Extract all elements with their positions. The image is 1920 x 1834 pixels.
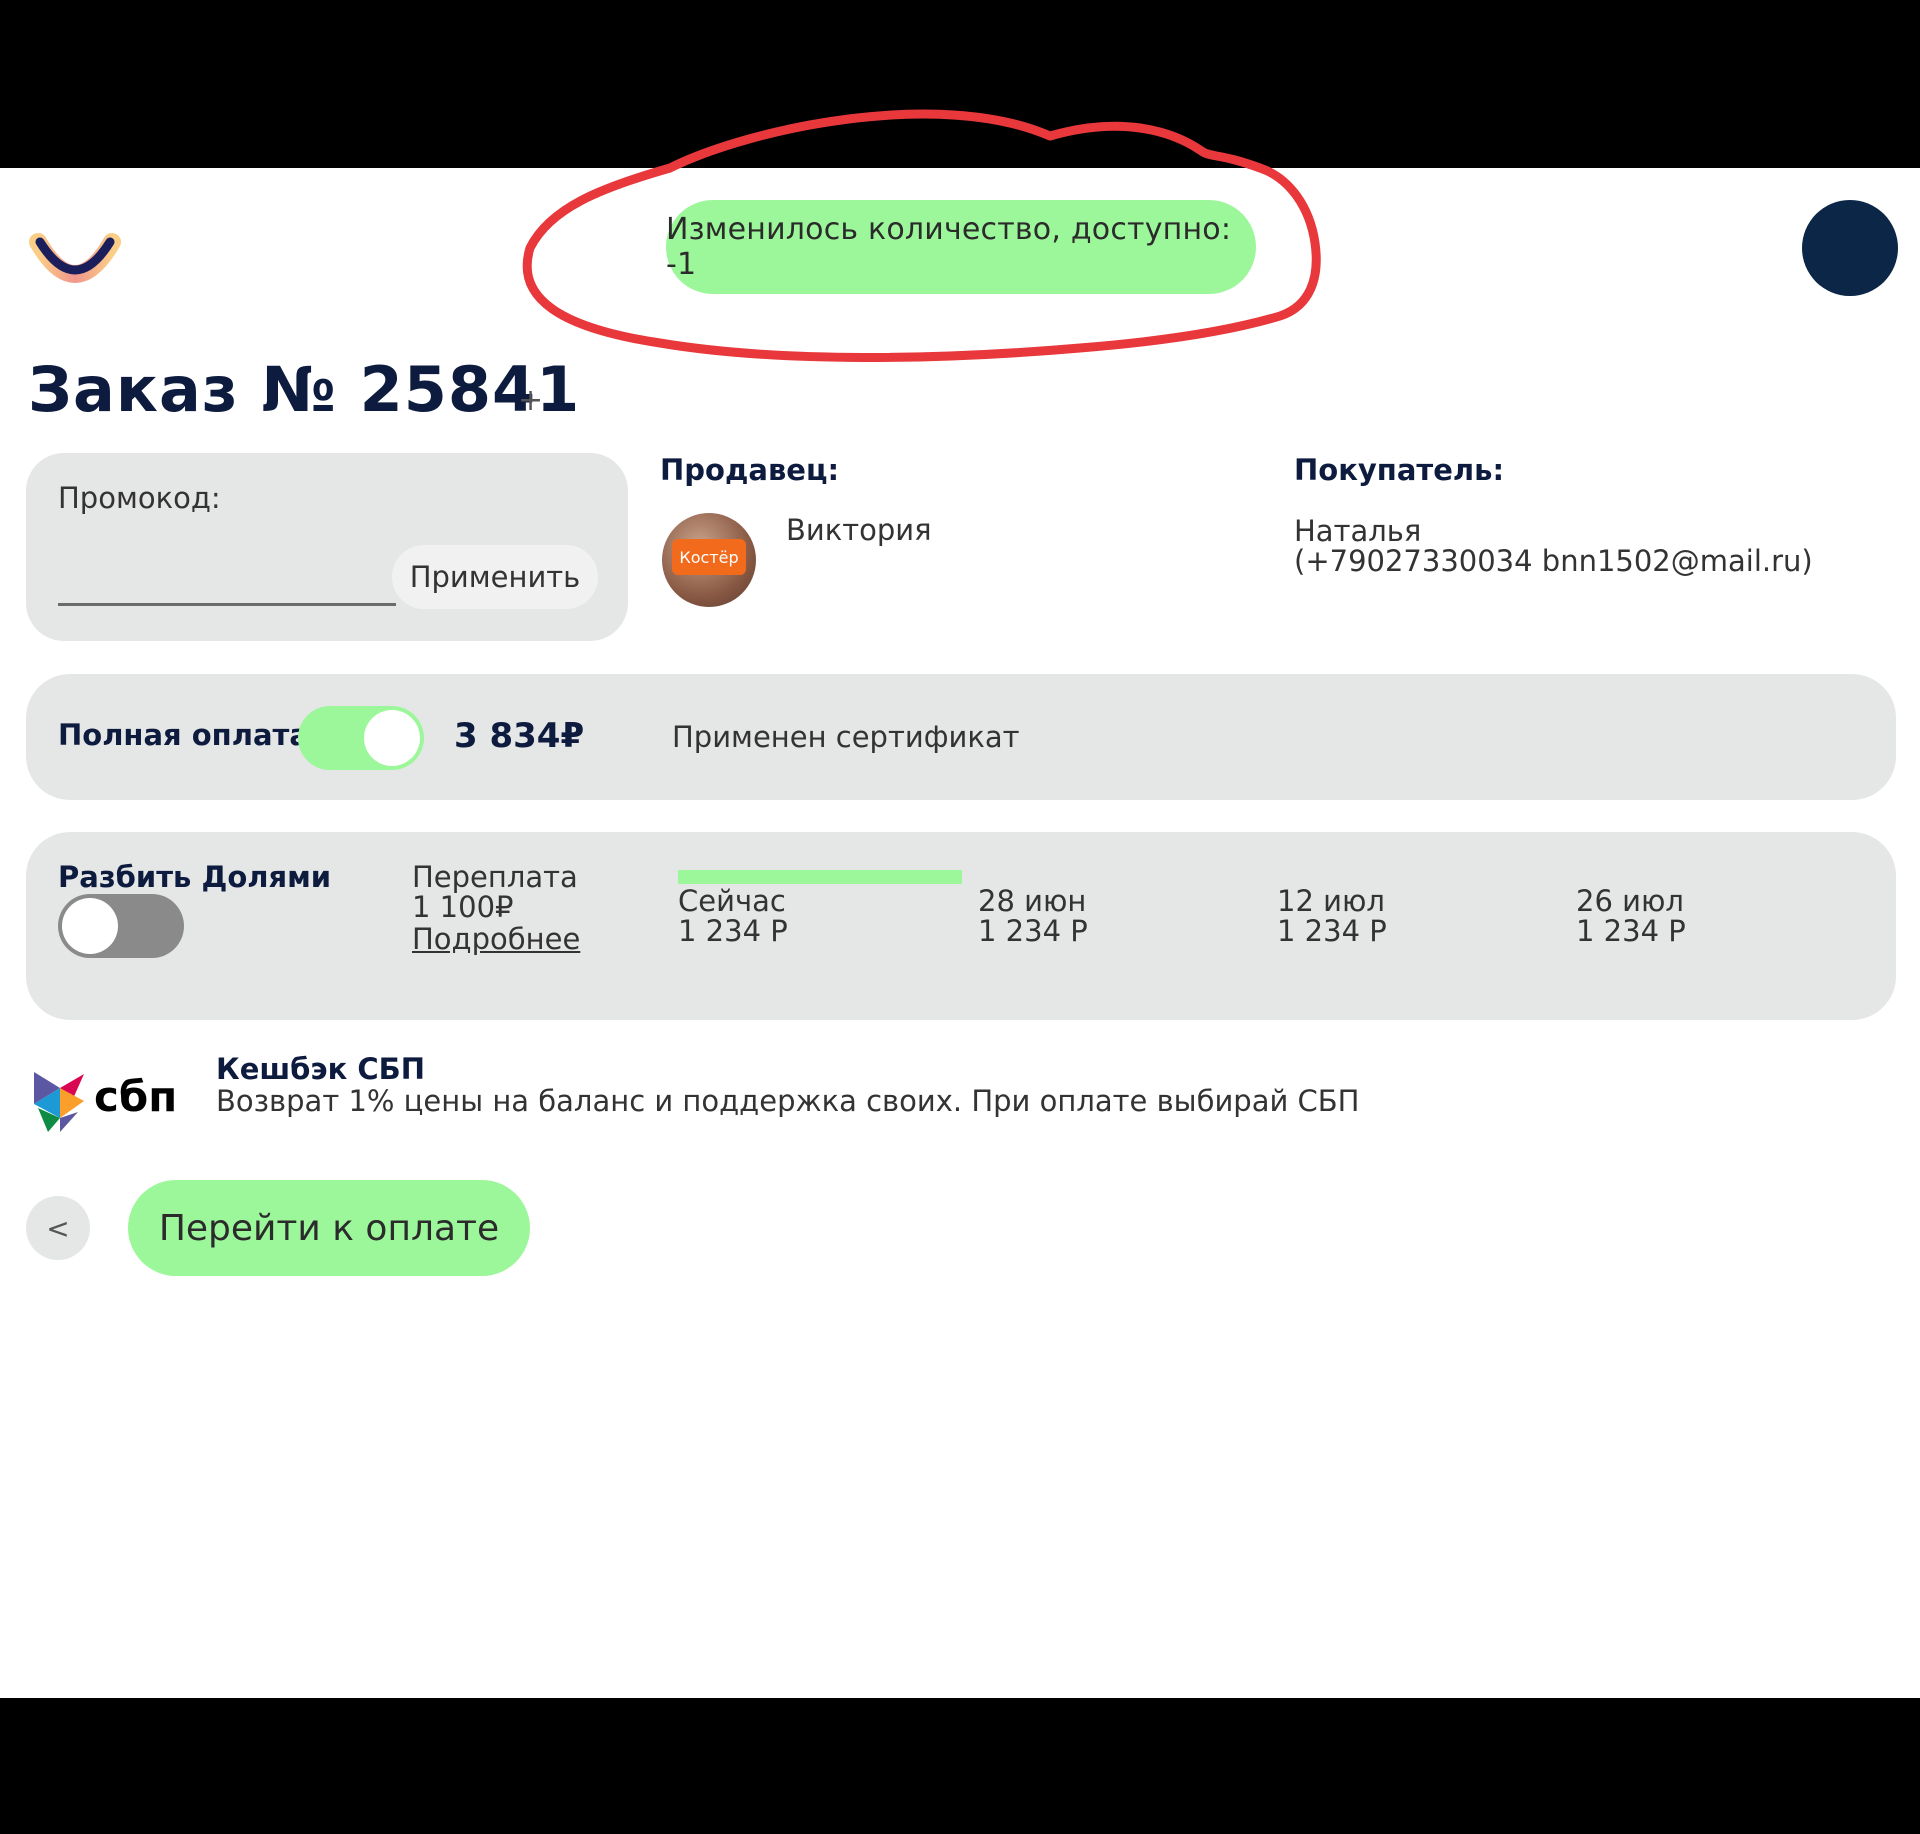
seller-heading: Продавец:	[660, 453, 840, 487]
buyer-name: Наталья	[1294, 514, 1422, 548]
quantity-changed-notification: Изменилось количество, доступно: -1	[666, 200, 1256, 294]
back-button[interactable]: <	[26, 1196, 90, 1260]
certificate-status: Применен сертификат	[672, 720, 1020, 754]
installments-card: Разбить Долями Переплата 1 100₽ Подробне…	[26, 832, 1896, 1020]
go-to-payment-button[interactable]: Перейти к оплате	[128, 1180, 530, 1276]
profile-avatar[interactable]	[1802, 200, 1898, 296]
overpay-value: 1 100₽	[412, 890, 514, 924]
seller-avatar[interactable]: Костёр	[662, 513, 756, 607]
installments-label: Разбить Долями	[58, 860, 332, 894]
installment-date: 12 июл	[1277, 884, 1385, 918]
cashback-description: Возврат 1% цены на баланс и поддержка св…	[216, 1084, 1360, 1118]
sbp-logo-icon	[34, 1072, 84, 1132]
installment-amount: 1 234 Р	[978, 914, 1088, 948]
promo-code-label: Промокод:	[58, 481, 221, 515]
seller-name: Виктория	[786, 513, 932, 547]
page-title: Заказ № 25841	[28, 353, 581, 426]
sbp-logo-text: сбп	[94, 1072, 178, 1121]
toggle-knob	[62, 898, 118, 954]
add-icon[interactable]: +	[518, 383, 543, 418]
seller-avatar-badge: Костёр	[672, 539, 746, 575]
details-link[interactable]: Подробнее	[412, 922, 580, 956]
installment-amount: 1 234 Р	[678, 914, 788, 948]
installment-date: 26 июл	[1576, 884, 1684, 918]
installment-amount: 1 234 Р	[1277, 914, 1387, 948]
installment-date: Сейчас	[678, 884, 786, 918]
full-payment-amount: 3 834₽	[454, 716, 585, 756]
installment-amount: 1 234 Р	[1576, 914, 1686, 948]
order-page: Изменилось количество, доступно: -1 Зака…	[0, 109, 1920, 1698]
installment-progress-bar	[678, 870, 962, 884]
overpay-label: Переплата	[412, 860, 578, 894]
promo-code-card: Промокод: Применить	[26, 453, 628, 641]
toggle-knob	[364, 710, 420, 766]
buyer-heading: Покупатель:	[1294, 453, 1505, 487]
installment-date: 28 июн	[978, 884, 1087, 918]
cashback-title: Кешбэк СБП	[216, 1052, 426, 1086]
full-payment-label: Полная оплата	[58, 718, 309, 752]
apply-promo-button[interactable]: Применить	[392, 545, 598, 609]
full-payment-card: Полная оплата 3 834₽ Применен сертификат	[26, 674, 1896, 800]
app-logo-icon[interactable]	[28, 230, 122, 290]
full-payment-toggle[interactable]	[298, 706, 424, 770]
installments-toggle[interactable]	[58, 894, 184, 958]
buyer-contact: (+79027330034 bnn1502@mail.ru)	[1294, 544, 1813, 578]
promo-code-input[interactable]	[58, 559, 396, 606]
